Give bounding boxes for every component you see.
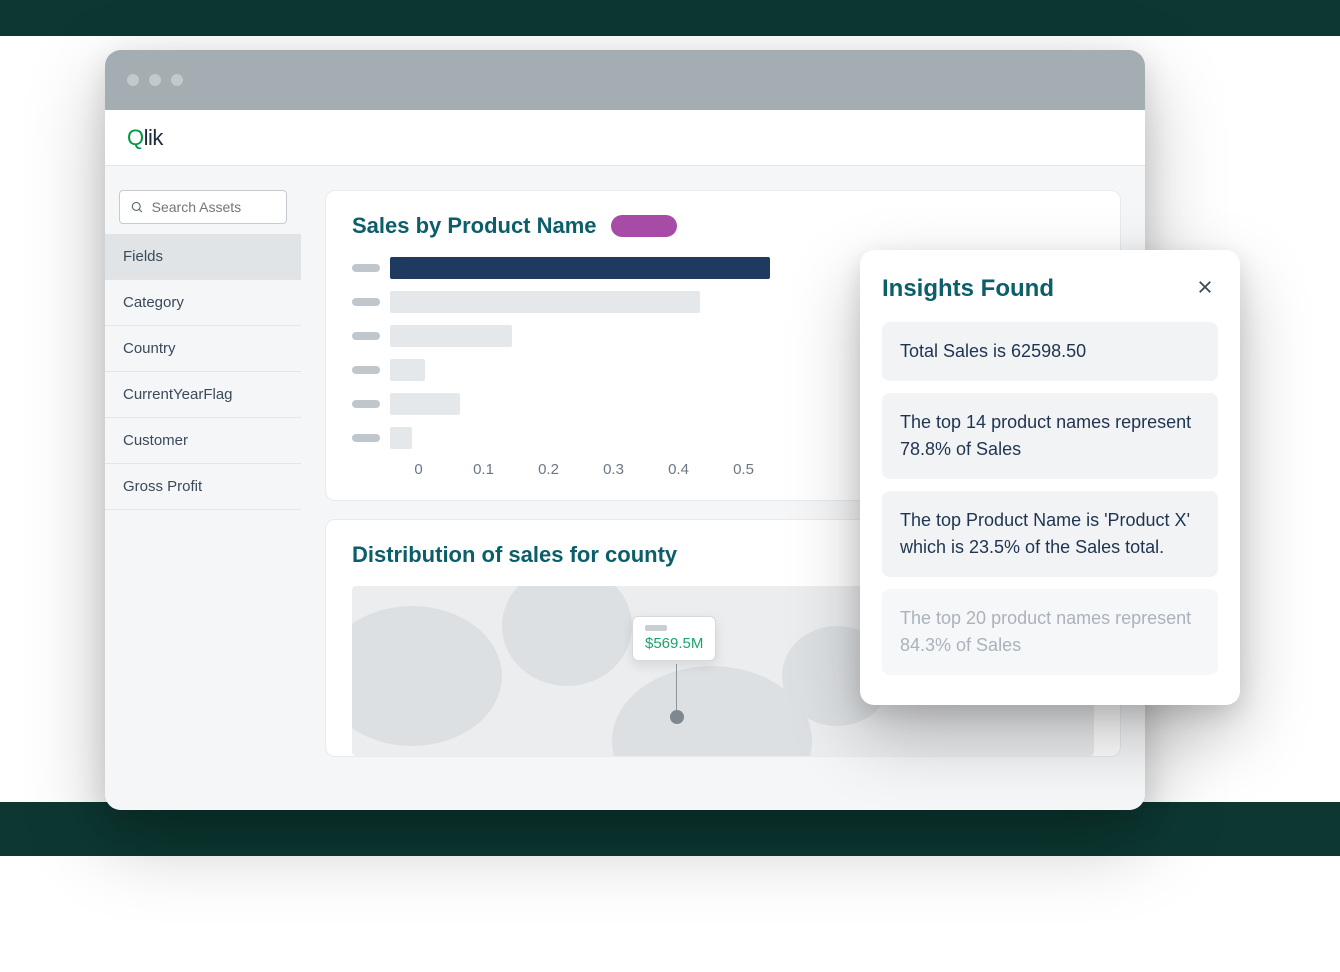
axis-tick: 0.3 [581,461,646,478]
sidebar: Fields Category Country CurrentYearFlag … [105,166,301,810]
sidebar-item-country[interactable]: Country [105,326,301,372]
window-controls [127,74,183,86]
map-region [352,606,502,746]
map-data-point[interactable] [670,710,684,724]
axis-tick: 0.2 [516,461,581,478]
search-assets-input[interactable] [152,199,276,215]
brand-bar: Qlik [105,110,1145,166]
bar-label-icon [352,332,380,340]
window-min-dot[interactable] [149,74,161,86]
close-icon [1196,278,1214,296]
insight-item[interactable]: The top 14 product names represent 78.8%… [882,393,1218,479]
window-max-dot[interactable] [171,74,183,86]
bar-label-icon [352,264,380,272]
sidebar-item-fields[interactable]: Fields [105,234,301,280]
axis-tick: 0 [386,461,451,478]
insights-header: Insights Found [882,272,1218,306]
chart-legend-pill [611,215,677,237]
map-tooltip-value: $569.5M [645,635,703,652]
map-tooltip: $569.5M [632,616,716,661]
axis-tick: 0.4 [646,461,711,478]
window-titlebar [105,50,1145,110]
bar-label-icon [352,298,380,306]
bar-label-icon [352,434,380,442]
chart-bar[interactable] [390,427,412,449]
map-tooltip-pointer [676,664,677,712]
insight-item[interactable]: The top 20 product names represent 84.3%… [882,589,1218,675]
chart-bar[interactable] [390,257,770,279]
chart-title-row: Sales by Product Name [352,213,1094,239]
insight-item[interactable]: Total Sales is 62598.50 [882,322,1218,381]
axis-tick: 0.5 [711,461,776,478]
chart-bar[interactable] [390,359,425,381]
axis-tick: 0.1 [451,461,516,478]
map-title-text: Distribution of sales for county [352,542,677,568]
search-assets-box[interactable] [119,190,287,224]
chart-bar[interactable] [390,291,700,313]
sidebar-item-customer[interactable]: Customer [105,418,301,464]
chart-bar[interactable] [390,325,512,347]
bar-label-icon [352,400,380,408]
sidebar-item-category[interactable]: Category [105,280,301,326]
chart-title-text: Sales by Product Name [352,213,597,239]
sidebar-item-gross-profit[interactable]: Gross Profit [105,464,301,510]
map-region [502,586,632,686]
insights-title: Insights Found [882,275,1054,303]
close-insights-button[interactable] [1192,272,1218,306]
bar-label-icon [352,366,380,374]
insights-panel: Insights Found Total Sales is 62598.50 T… [860,250,1240,705]
sidebar-item-currentyearflag[interactable]: CurrentYearFlag [105,372,301,418]
insight-item[interactable]: The top Product Name is 'Product X' whic… [882,491,1218,577]
search-icon [130,199,144,215]
brand-logo: Qlik [127,125,163,151]
window-close-dot[interactable] [127,74,139,86]
chart-bar[interactable] [390,393,460,415]
page-top-band [0,0,1340,36]
page-bottom-band [0,802,1340,856]
